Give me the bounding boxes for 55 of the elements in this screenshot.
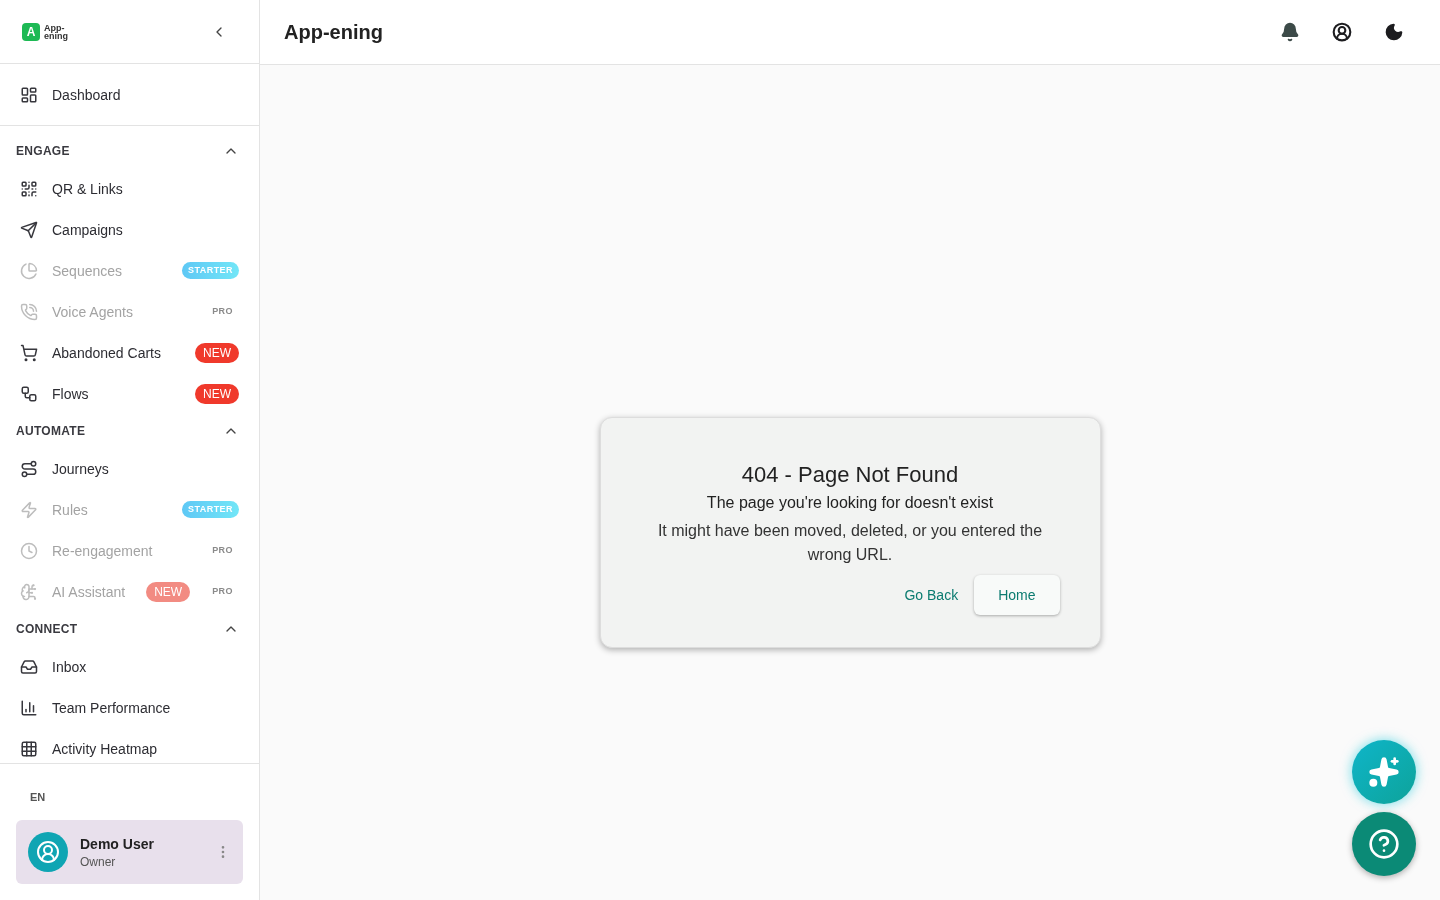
nav-link[interactable]: Journeys: [52, 458, 109, 479]
nav-link[interactable]: Activity Heatmap: [52, 738, 158, 759]
route-icon: [20, 459, 38, 478]
go-back-button[interactable]: Go Back: [900, 577, 963, 613]
cart-icon: [20, 343, 38, 362]
sparkles-icon: [1368, 756, 1400, 788]
grid-icon: [20, 739, 38, 758]
error-title: 404 - Page Not Found: [741, 461, 959, 489]
help-icon: [1368, 828, 1400, 860]
dashboard-icon: [20, 85, 38, 104]
page-title: App-ening: [284, 20, 383, 45]
moon-icon[interactable]: [1384, 22, 1404, 42]
user-icon: [36, 840, 60, 864]
inbox-icon: [20, 657, 38, 676]
starter-badge: STARTER: [182, 261, 239, 280]
brain-icon: [20, 582, 38, 601]
nav-link[interactable]: Dashboard: [52, 84, 121, 105]
section-heading: ENGAGE: [16, 143, 70, 159]
nav-link[interactable]: Campaigns: [52, 219, 123, 240]
new-badge: NEW: [195, 383, 239, 404]
error-subtitle: The page you're looking for doesn't exist: [706, 493, 994, 513]
nav-link[interactable]: Team Performance: [52, 697, 171, 718]
logo-mark: A: [22, 22, 40, 41]
help-button[interactable]: [1352, 812, 1416, 876]
new-badge: NEW: [146, 581, 191, 602]
starter-badge: STARTER: [182, 500, 239, 519]
nav-link[interactable]: Inbox: [52, 656, 87, 677]
bar-chart-icon: [20, 698, 38, 717]
lightning-icon: [20, 500, 38, 519]
error-message: It might have been moved, deleted, or you entered the wrong URL.: [656, 521, 1044, 565]
new-badge: NEW: [195, 342, 239, 363]
section-heading: CONNECT: [16, 621, 78, 637]
pie-chart-icon: [20, 261, 38, 280]
phone-icon: [20, 302, 38, 321]
workflow-icon: [20, 384, 38, 403]
qr-code-icon: [20, 179, 38, 198]
section-heading: AUTOMATE: [16, 423, 86, 439]
home-button[interactable]: Home: [974, 575, 1060, 615]
nav-link[interactable]: Flows: [52, 383, 89, 404]
user-card[interactable]: Demo User Owner: [16, 820, 243, 884]
plan-label: PRO: [211, 543, 234, 557]
plan-label: PRO: [211, 584, 234, 598]
ai-assistant-button[interactable]: [1352, 740, 1416, 804]
bell-icon[interactable]: [1280, 22, 1300, 42]
nav-link[interactable]: Abandoned Carts: [52, 342, 161, 363]
user-name: Demo User: [80, 835, 154, 854]
logo-text: App-: [44, 23, 65, 32]
logo-text: ening: [44, 31, 68, 40]
paper-plane-icon: [20, 220, 38, 239]
clock-icon: [20, 541, 38, 560]
nav-link[interactable]: QR & Links: [52, 178, 123, 199]
language-selector[interactable]: EN: [30, 791, 46, 803]
plan-label: PRO: [211, 304, 234, 318]
user-role: Owner: [80, 854, 117, 870]
account-icon[interactable]: [1332, 22, 1352, 42]
